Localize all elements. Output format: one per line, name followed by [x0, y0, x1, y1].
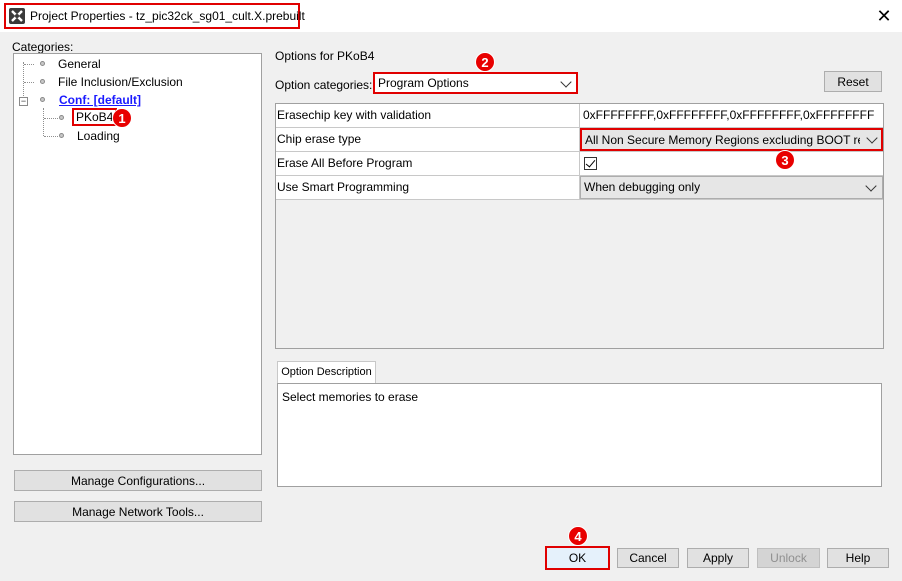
help-button[interactable]: Help	[827, 548, 889, 568]
option-categories-label: Option categories:	[275, 78, 373, 92]
collapse-toggle[interactable]: −	[19, 97, 28, 106]
annotation-badge-3: 3	[775, 150, 795, 170]
properties-table: Erasechip key with validation 0xFFFFFFFF…	[275, 103, 884, 349]
manage-configurations-button[interactable]: Manage Configurations...	[14, 470, 262, 491]
node-icon	[59, 133, 64, 138]
window-title: Project Properties - tz_pic32ck_sg01_cul…	[30, 9, 305, 23]
close-icon: ✕	[876, 5, 892, 26]
tree-item-label: Conf: [default]	[59, 93, 141, 107]
chevron-down-icon	[866, 132, 878, 144]
ok-button[interactable]: OK	[545, 546, 610, 570]
tree-item-label: File Inclusion/Exclusion	[58, 75, 183, 89]
tree-line	[44, 136, 58, 137]
erase-all-checkbox[interactable]	[584, 157, 597, 170]
node-icon	[59, 115, 64, 120]
tree-item-label: PKoB4	[72, 108, 118, 126]
categories-tree: General File Inclusion/Exclusion − Conf:…	[13, 53, 262, 455]
tree-item-label: General	[58, 57, 101, 71]
annotation-badge-1: 1	[112, 108, 132, 128]
node-icon	[40, 79, 45, 84]
smart-programming-value: When debugging only	[584, 180, 701, 194]
tree-item-label: Loading	[77, 129, 120, 143]
annotation-badge-2: 2	[475, 52, 495, 72]
chip-erase-type-value: All Non Secure Memory Regions excluding …	[585, 133, 860, 147]
tree-line	[23, 62, 24, 98]
manage-network-tools-button[interactable]: Manage Network Tools...	[14, 501, 262, 522]
tree-line	[44, 118, 58, 119]
property-name: Use Smart Programming	[276, 176, 580, 199]
tree-line	[24, 64, 34, 65]
chip-erase-type-select[interactable]: All Non Secure Memory Regions excluding …	[580, 128, 883, 151]
checkmark-icon	[585, 157, 596, 168]
property-name: Erase All Before Program	[276, 152, 580, 175]
tab-option-description[interactable]: Option Description	[277, 361, 376, 383]
close-button[interactable]: ✕	[872, 4, 896, 28]
tree-line	[43, 108, 44, 136]
property-row: Erasechip key with validation 0xFFFFFFFF…	[276, 104, 883, 128]
property-row: Chip erase type All Non Secure Memory Re…	[276, 128, 883, 152]
tree-line	[24, 82, 34, 83]
apply-button[interactable]: Apply	[687, 548, 749, 568]
option-categories-value: Program Options	[378, 76, 469, 90]
annotation-badge-4: 4	[568, 526, 588, 546]
property-row: Use Smart Programming When debugging onl…	[276, 176, 883, 200]
property-name: Chip erase type	[276, 128, 580, 151]
property-name: Erasechip key with validation	[276, 104, 580, 127]
unlock-button[interactable]: Unlock	[757, 548, 820, 568]
smart-programming-select[interactable]: When debugging only	[580, 176, 883, 199]
erasechip-key-input[interactable]: 0xFFFFFFFF,0xFFFFFFFF,0xFFFFFFFF,0xFFFFF…	[580, 104, 883, 127]
project-properties-icon	[9, 8, 25, 24]
chevron-down-icon	[865, 180, 877, 192]
node-icon	[40, 97, 45, 102]
option-description-text: Select memories to erase	[282, 390, 419, 404]
chevron-down-icon	[560, 76, 572, 88]
cancel-button[interactable]: Cancel	[617, 548, 679, 568]
options-title: Options for PKoB4	[275, 49, 375, 63]
option-description-panel: Select memories to erase	[277, 383, 882, 487]
reset-button[interactable]: Reset	[824, 71, 882, 92]
node-icon	[40, 61, 45, 66]
categories-label: Categories:	[12, 40, 74, 54]
option-categories-select[interactable]: Program Options	[373, 72, 578, 94]
